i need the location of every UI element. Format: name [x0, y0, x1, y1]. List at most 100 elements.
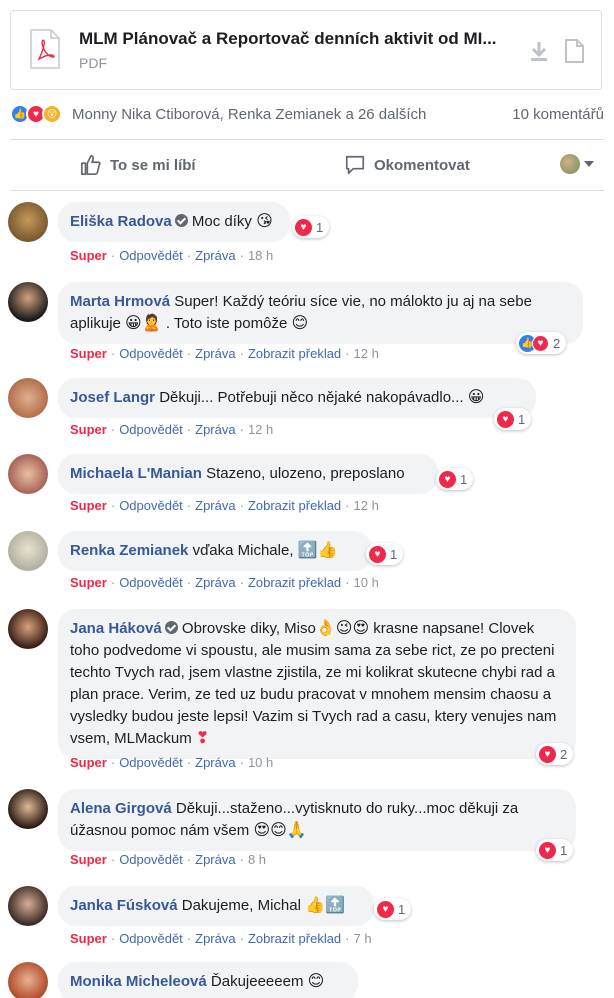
emoji: 😘: [256, 211, 273, 230]
comment-author[interactable]: Jana Háková: [70, 620, 162, 637]
avatar[interactable]: [8, 454, 48, 494]
reply-link[interactable]: Odpovědět: [119, 422, 183, 437]
super-link[interactable]: Super: [70, 248, 107, 263]
comments-count[interactable]: 10 komentářů: [512, 106, 604, 123]
comment-author[interactable]: Eliška Radova: [70, 213, 172, 230]
comment-text: vďaka Michale,: [192, 542, 294, 559]
commenter-selector[interactable]: [560, 154, 594, 174]
comment-author[interactable]: Josef Langr: [70, 389, 155, 406]
reply-link[interactable]: Odpovědět: [119, 346, 183, 361]
love-reaction-icon: ♥: [369, 545, 386, 563]
pdf-file-icon: [30, 29, 60, 69]
super-link[interactable]: Super: [70, 422, 107, 437]
avatar[interactable]: [8, 886, 48, 926]
reaction-count-chip[interactable]: ♥ 1: [374, 898, 412, 920]
reaction-count-chip[interactable]: ♥ 1: [436, 468, 474, 490]
document-icon[interactable]: [563, 39, 585, 63]
reaction-count-chip[interactable]: 👍 ♥ 2: [516, 332, 567, 354]
reply-link[interactable]: Odpovědět: [119, 498, 183, 513]
comment-author[interactable]: Renka Zemianek: [70, 542, 188, 559]
avatar[interactable]: [8, 962, 48, 998]
comment-time[interactable]: 12 h: [248, 422, 273, 437]
reaction-count-chip[interactable]: ♥ 1: [292, 216, 330, 238]
comment-time[interactable]: 10 h: [354, 575, 379, 590]
comment-author[interactable]: Alena Girgová: [70, 800, 172, 817]
translate-link[interactable]: Zobrazit překlad: [248, 498, 341, 513]
comment-time[interactable]: 18 h: [248, 248, 273, 263]
comment-author[interactable]: Marta Hrmová: [70, 293, 170, 310]
comment-time[interactable]: 8 h: [248, 852, 266, 867]
message-link[interactable]: Zpráva: [195, 755, 235, 770]
attachment-title[interactable]: MLM Plánovač a Reportovač denních aktivi…: [79, 29, 519, 49]
comment-time[interactable]: 10 h: [248, 755, 273, 770]
message-link[interactable]: Zpráva: [195, 852, 235, 867]
comment-author[interactable]: Janka Fúsková: [70, 897, 178, 914]
emoji: 😀🙎: [125, 313, 162, 332]
reactors-names[interactable]: Monny Nika Ctiborová, Renka Zemianek a 2…: [72, 106, 426, 123]
message-link[interactable]: Zpráva: [195, 248, 235, 263]
reaction-count: 1: [316, 219, 324, 235]
comment-label: Okomentovat: [374, 156, 470, 174]
reaction-count: 1: [560, 842, 568, 858]
super-link[interactable]: Super: [70, 852, 107, 867]
love-reaction-icon: ♥: [497, 410, 514, 428]
reply-link[interactable]: Odpovědět: [119, 931, 183, 946]
comment-author[interactable]: Monika Micheleová: [70, 973, 207, 990]
comment-button[interactable]: Okomentovat: [344, 152, 470, 178]
message-link[interactable]: Zpráva: [195, 931, 235, 946]
emoji: 🔝👍: [297, 540, 338, 559]
emoji: 😊: [307, 971, 325, 990]
super-link[interactable]: Super: [70, 931, 107, 946]
message-link[interactable]: Zpráva: [195, 346, 235, 361]
verified-icon: [174, 214, 188, 227]
comment-actions: Super · Odpovědět · Zpráva · 18 h: [70, 248, 274, 263]
comment-time[interactable]: 12 h: [354, 346, 379, 361]
reaction-count-chip[interactable]: ♥ 1: [494, 408, 532, 430]
reaction-summary[interactable]: 👍 ♥ 😮 Monny Nika Ctiborová, Renka Zemian…: [10, 100, 604, 130]
emoji: 😀: [467, 387, 485, 406]
message-link[interactable]: Zpráva: [195, 575, 235, 590]
comment-time[interactable]: 12 h: [354, 498, 379, 513]
comment-actions: Super · Odpovědět · Zpráva · 8 h: [70, 852, 267, 867]
super-link[interactable]: Super: [70, 575, 107, 590]
reply-link[interactable]: Odpovědět: [119, 852, 183, 867]
super-link[interactable]: Super: [70, 346, 107, 361]
wow-reaction-icon: 😮: [42, 104, 62, 124]
reaction-count-chip[interactable]: ♥ 2: [536, 743, 574, 765]
avatar[interactable]: [8, 282, 48, 322]
like-button[interactable]: To se mi líbí: [80, 152, 196, 178]
super-link[interactable]: Super: [70, 755, 107, 770]
pdf-attachment-card[interactable]: MLM Plánovač a Reportovač denních aktivi…: [10, 10, 602, 90]
comment-author[interactable]: Michaela L'Manian: [70, 465, 202, 482]
comment-bubble: Michaela L'Manian Stazeno, ulozeno, prep…: [58, 454, 438, 494]
translate-link[interactable]: Zobrazit překlad: [248, 346, 341, 361]
action-bar: To se mi líbí Okomentovat: [10, 140, 604, 190]
reply-link[interactable]: Odpovědět: [119, 248, 183, 263]
reaction-count: 1: [518, 411, 526, 427]
avatar[interactable]: [8, 789, 48, 829]
message-link[interactable]: Zpráva: [195, 422, 235, 437]
comment-bubble: Monika Micheleová Ďakujeeeeem 😊: [58, 962, 358, 998]
comment-bubble: Eliška Radova Moc díky 😘: [58, 202, 290, 242]
thumbs-up-icon: [81, 155, 101, 175]
reaction-count: 1: [460, 471, 468, 487]
reaction-count-chip[interactable]: ♥ 1: [536, 839, 574, 861]
translate-link[interactable]: Zobrazit překlad: [248, 575, 341, 590]
comment-text: Stazeno, ulozeno, preposlano: [206, 465, 405, 482]
download-icon[interactable]: [527, 39, 551, 63]
comment-text: Dakujeme, Michal: [181, 897, 301, 914]
reply-link[interactable]: Odpovědět: [119, 575, 183, 590]
reaction-count-chip[interactable]: ♥ 1: [366, 543, 404, 565]
avatar[interactable]: [8, 202, 48, 242]
comment-text: Moc díky: [191, 213, 252, 230]
comment-bubble: Josef Langr Děkuji... Potřebuji něco něj…: [58, 378, 536, 418]
message-link[interactable]: Zpráva: [195, 498, 235, 513]
reply-link[interactable]: Odpovědět: [119, 755, 183, 770]
super-link[interactable]: Super: [70, 498, 107, 513]
comment-time[interactable]: 7 h: [354, 931, 372, 946]
translate-link[interactable]: Zobrazit překlad: [248, 931, 341, 946]
avatar[interactable]: [8, 378, 48, 418]
avatar[interactable]: [8, 531, 48, 571]
love-reaction-icon: ♥: [377, 900, 394, 918]
avatar[interactable]: [8, 609, 48, 649]
